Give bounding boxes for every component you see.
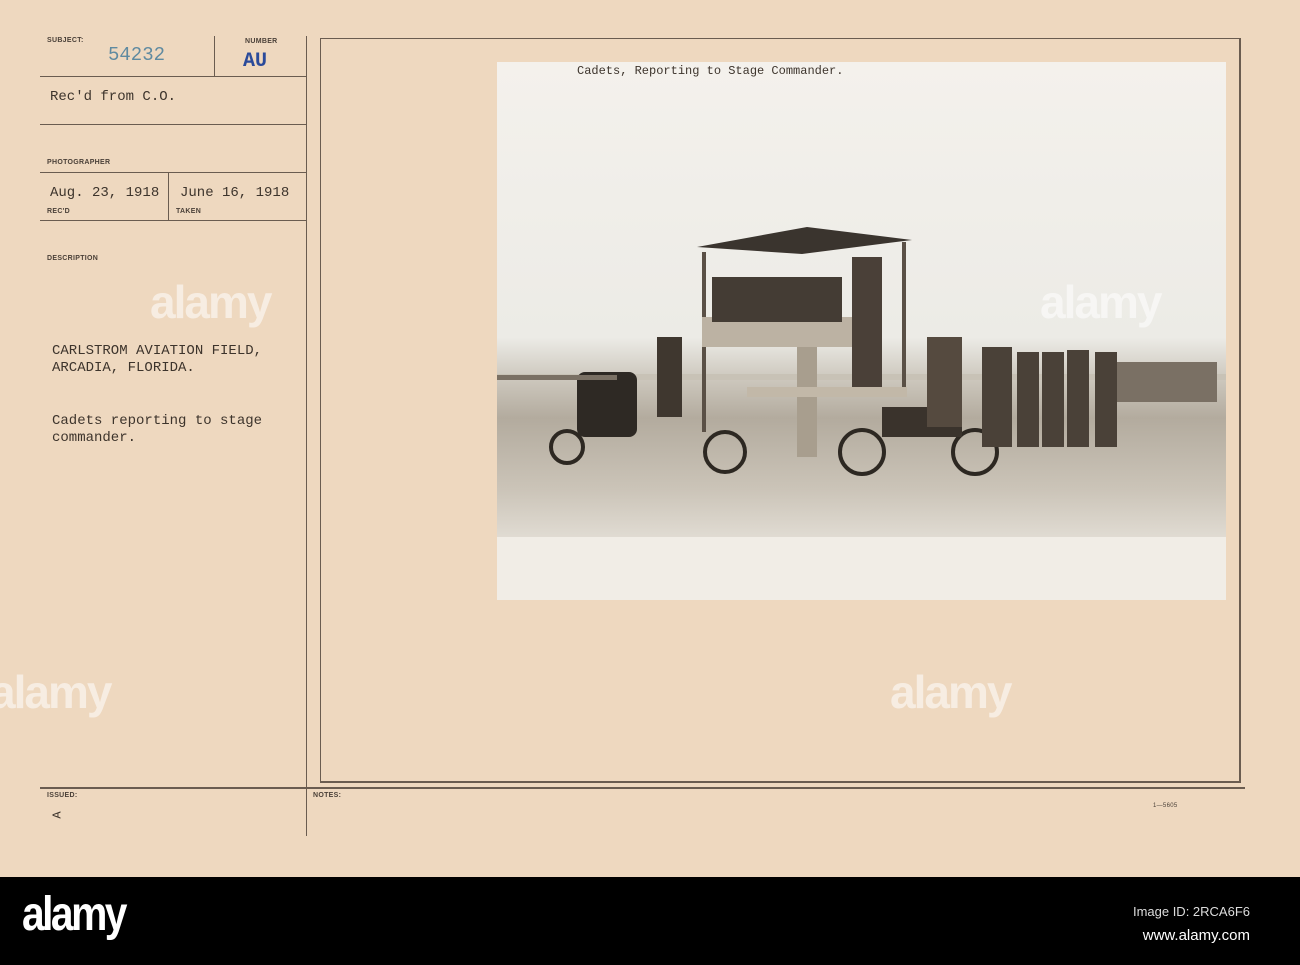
watermark: alamy bbox=[890, 666, 1012, 718]
subject-label: SUBJECT: bbox=[47, 37, 84, 44]
description-line-2: commander. bbox=[52, 430, 137, 446]
taken-date: June 16, 1918 bbox=[180, 185, 290, 201]
image-id: Image ID: 2RCA6F6 bbox=[1132, 904, 1250, 919]
issued-mark: A bbox=[50, 811, 65, 819]
received-label: REC'D bbox=[47, 208, 70, 215]
photographer-label: PHOTOGRAPHER bbox=[47, 159, 111, 166]
watermark: alamy bbox=[150, 276, 272, 328]
number-stamp: AU bbox=[243, 50, 268, 73]
description-label: DESCRIPTION bbox=[47, 255, 99, 262]
watermark: alamy bbox=[0, 666, 112, 718]
location-line-1: CARLSTROM AVIATION FIELD, bbox=[52, 343, 263, 359]
notes-label: NOTES: bbox=[313, 792, 342, 799]
alamy-url[interactable]: www.alamy.com bbox=[1143, 927, 1250, 944]
number-label: NUMBER bbox=[245, 38, 278, 45]
watermark: alamy bbox=[1040, 276, 1162, 328]
archive-card: SUBJECT: 54232 NUMBER AU Rec'd from C.O.… bbox=[0, 0, 1300, 877]
photo-caption: Cadets, Reporting to Stage Commander. bbox=[577, 64, 844, 78]
footer-bar: alamy Image ID: 2RCA6F6 www.alamy.com bbox=[0, 877, 1300, 965]
form-number: 1—5605 bbox=[1153, 803, 1178, 809]
photograph: Cadets, Reporting to Stage Commander. bbox=[497, 62, 1226, 600]
received-from: Rec'd from C.O. bbox=[50, 89, 177, 105]
taken-label: TAKEN bbox=[176, 208, 202, 215]
issued-label: ISSUED: bbox=[47, 792, 78, 799]
alamy-logo: alamy bbox=[22, 888, 127, 941]
description-line-1: Cadets reporting to stage bbox=[52, 413, 263, 429]
subject-number: 54232 bbox=[108, 44, 166, 66]
location-line-2: ARCADIA, FLORIDA. bbox=[52, 360, 195, 376]
received-date: Aug. 23, 1918 bbox=[50, 185, 160, 201]
